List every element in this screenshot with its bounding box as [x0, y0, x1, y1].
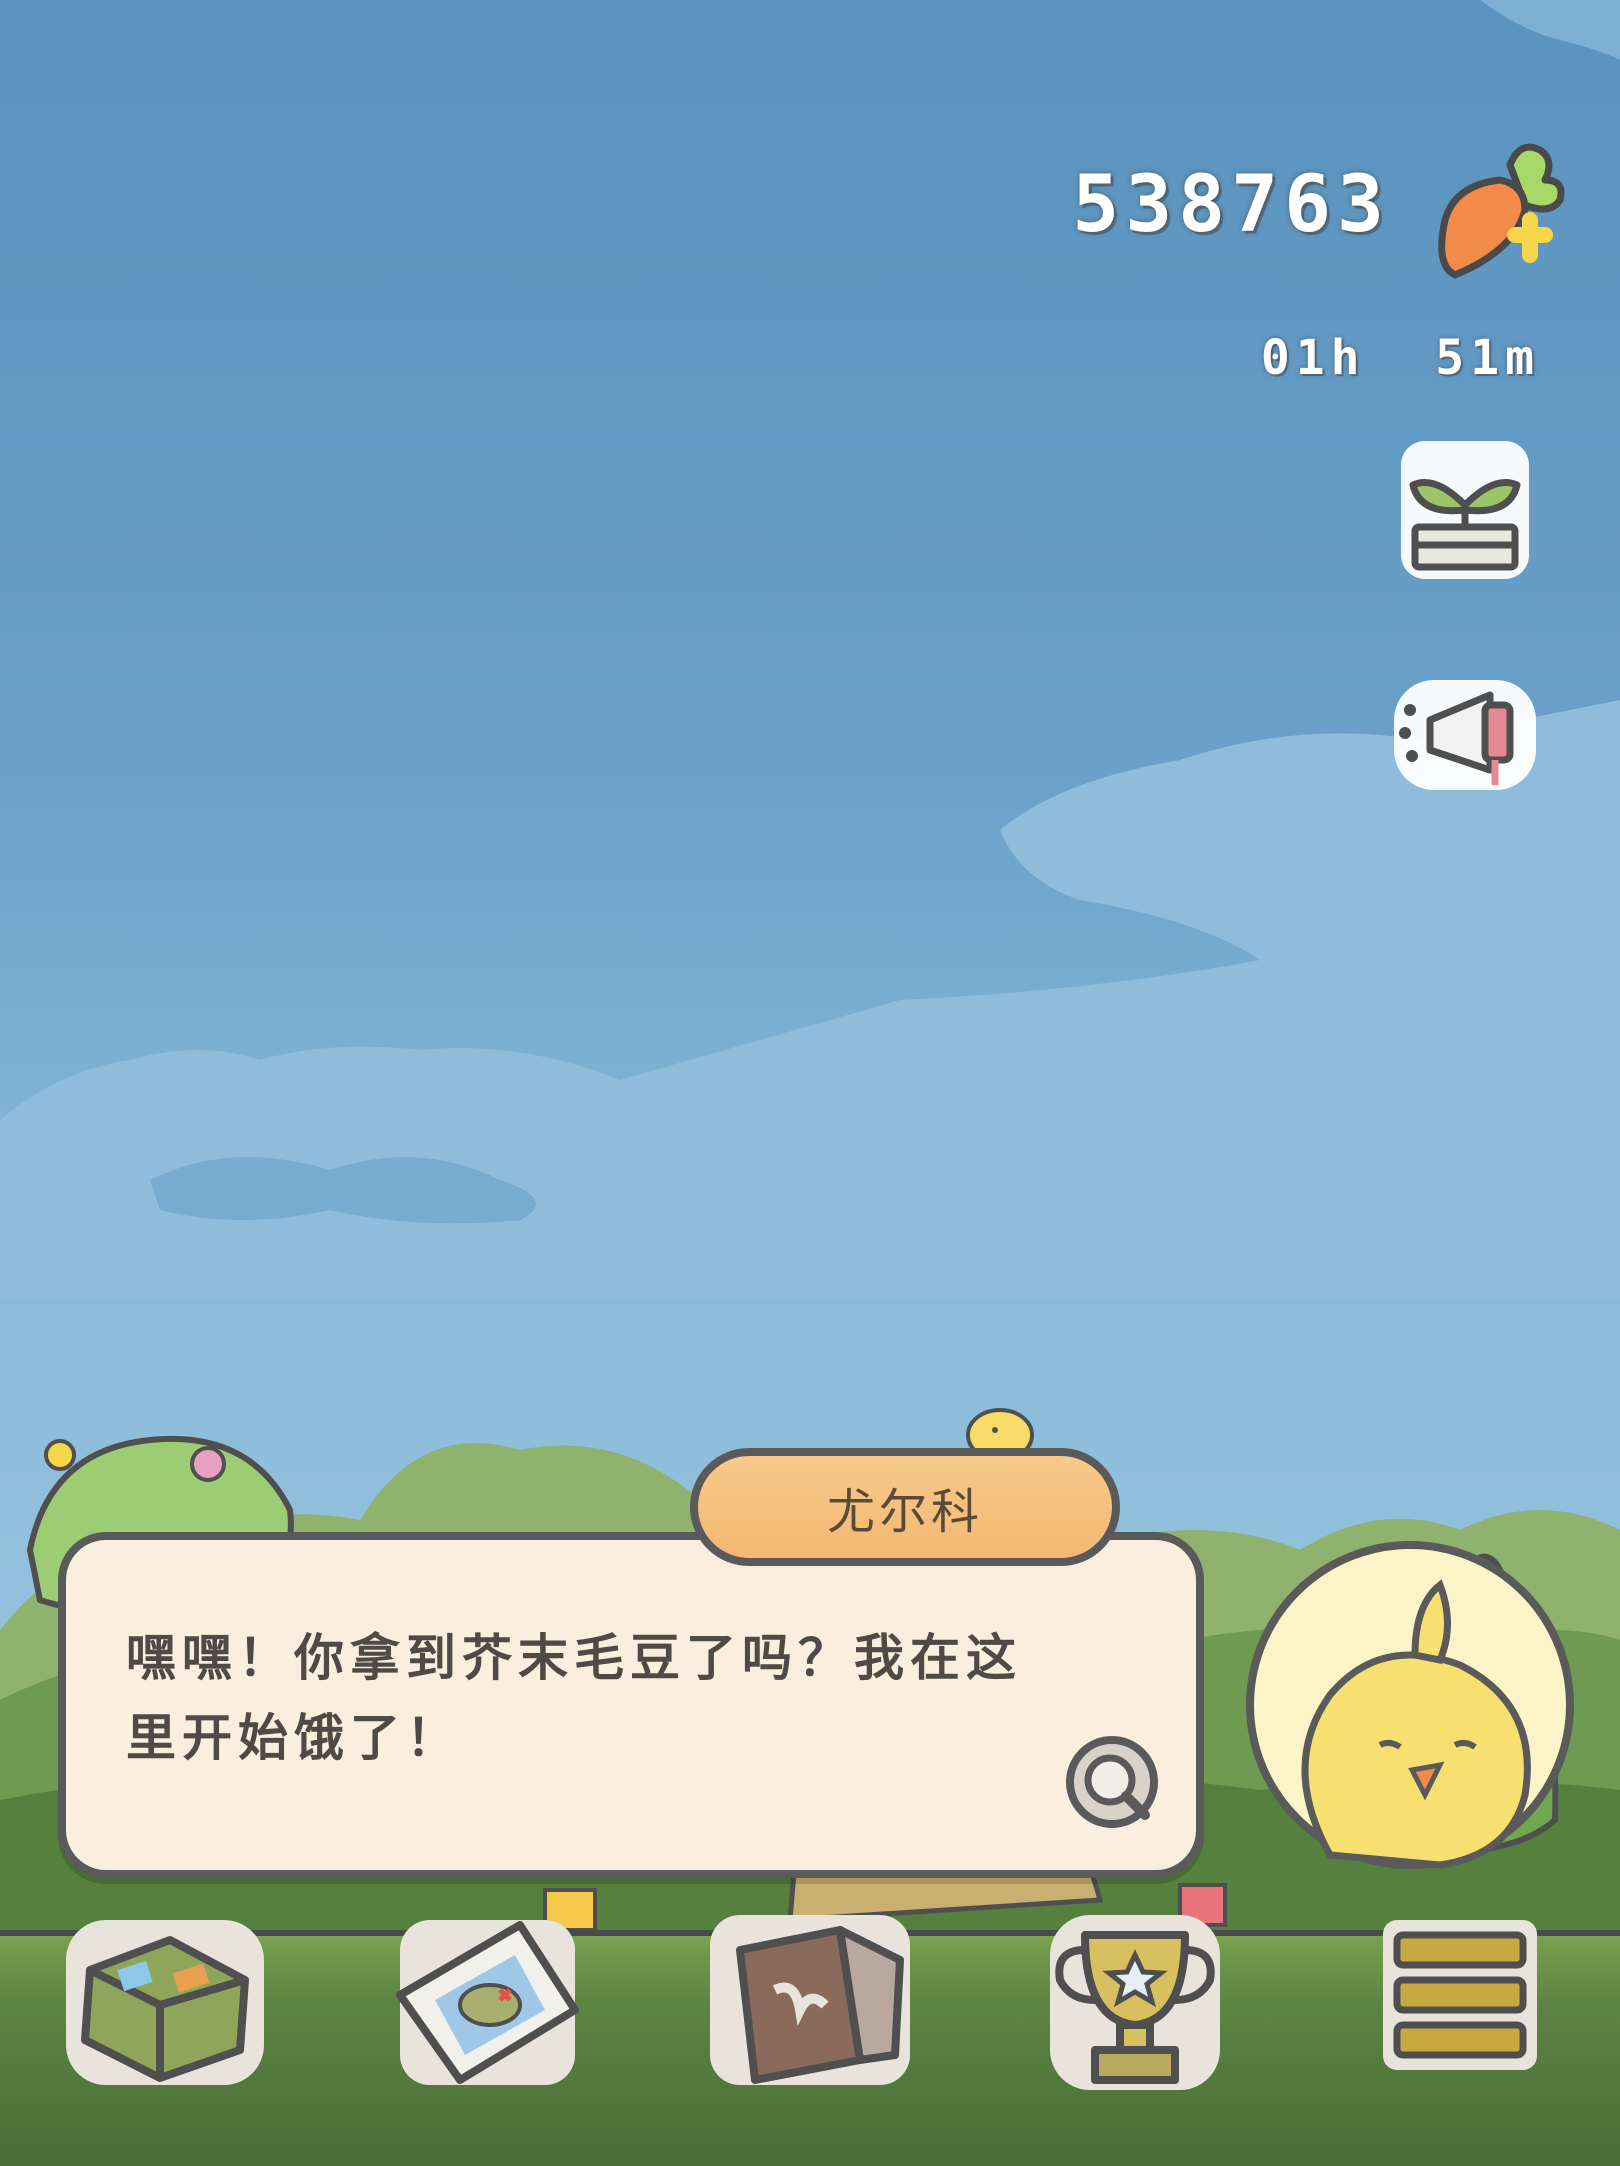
map-icon[interactable] — [380, 1910, 590, 2094]
journal-icon[interactable] — [700, 1910, 920, 2094]
megaphone-icon[interactable] — [1390, 670, 1540, 804]
yellow-chick-portrait — [1240, 1535, 1580, 1879]
dialog-line-2: 里开始饿了！ — [126, 1709, 462, 1767]
dialog-line-1: 嘿嘿！你拿到芥末毛豆了吗？我在这 — [126, 1629, 1022, 1687]
speaker-name-tab: 尤尔科 — [690, 1448, 1120, 1566]
trophy-icon[interactable] — [1040, 1910, 1230, 2104]
carrot-plus-icon[interactable] — [1415, 135, 1575, 299]
dialog-box[interactable]: 嘿嘿！你拿到芥末毛豆了吗？我在这 里开始饿了！ — [58, 1532, 1204, 1878]
dialog-text: 嘿嘿！你拿到芥末毛豆了吗？我在这 里开始饿了！ — [126, 1618, 1086, 1778]
sprout-pot-icon[interactable] — [1395, 435, 1535, 589]
timer-readout: 01h 51m — [1260, 330, 1540, 386]
bottom-nav — [0, 1910, 1620, 2110]
suitcase-icon[interactable] — [60, 1910, 270, 2094]
menu-icon[interactable] — [1375, 1910, 1545, 2084]
carrot-counter: 538763 — [1072, 160, 1390, 250]
magnifier-icon[interactable] — [1065, 1735, 1165, 1839]
